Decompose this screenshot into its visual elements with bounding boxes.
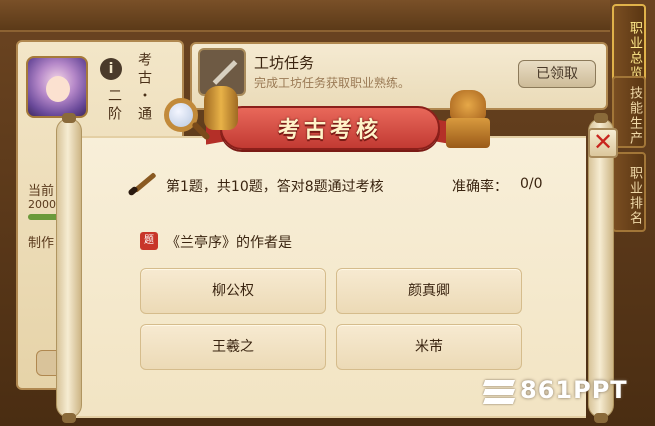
question-progress-text: 第1题，共10题，答对8题通过考核 — [166, 179, 384, 195]
accuracy-label: 准确率： — [452, 179, 508, 195]
level-text: 二阶 — [106, 88, 122, 124]
close-button[interactable]: ✕ — [588, 128, 618, 158]
dialog-title: 考古考核 — [277, 118, 382, 143]
character-avatar[interactable] — [26, 56, 88, 118]
task-title: 工坊任务 — [254, 54, 315, 72]
avatar-face — [46, 76, 70, 102]
vase-icon — [204, 86, 238, 130]
tab-career-ranking[interactable]: 职业排名 — [612, 152, 646, 232]
answer-option-4[interactable]: 米芾 — [336, 324, 522, 370]
question-text: 《兰亭序》的作者是 — [166, 235, 292, 251]
craft-label: 制作 — [28, 236, 55, 251]
close-icon: ✕ — [592, 128, 614, 156]
lion-seal-icon — [446, 90, 490, 152]
info-icon[interactable]: i — [100, 58, 122, 80]
answer-option-1[interactable]: 柳公权 — [140, 268, 326, 314]
watermark-text: 861PPT — [520, 376, 628, 404]
answer-option-2[interactable]: 颜真卿 — [336, 268, 522, 314]
question-badge-icon: 题 — [140, 232, 158, 250]
current-label: 当前 — [28, 184, 55, 199]
accuracy-value: 0/0 — [520, 176, 543, 192]
task-description: 完成工坊任务获取职业熟练。 — [254, 76, 411, 90]
claimed-button[interactable]: 已领取 — [518, 60, 596, 88]
watermark-logo-icon — [482, 380, 516, 404]
top-wood-strip — [0, 0, 610, 32]
progress-value: 2000 — [28, 198, 56, 211]
answer-option-3[interactable]: 王羲之 — [140, 324, 326, 370]
brush-icon — [127, 168, 158, 198]
scroll-rod-right — [588, 113, 614, 423]
scroll-rod-left — [56, 113, 82, 423]
rank-text: 考古・通 — [136, 52, 152, 124]
